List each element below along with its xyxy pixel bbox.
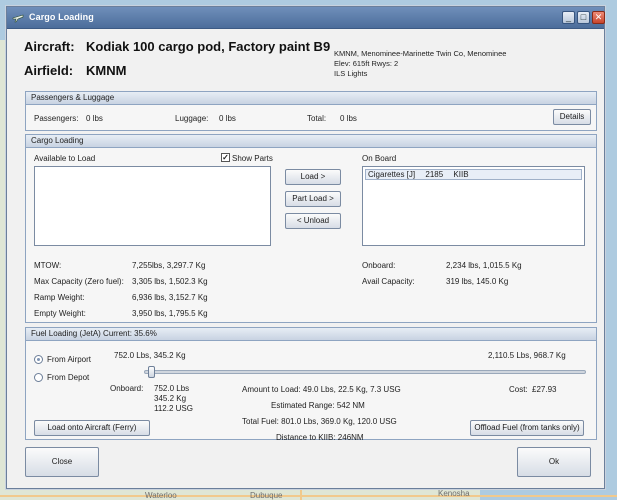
fuel-onboard-kg: 345.2 Kg: [154, 394, 187, 403]
luggage-value: 0 lbs: [219, 114, 236, 123]
cargo-group-title: Cargo Loading: [26, 135, 596, 148]
cargo-name: Cigarettes [J]: [368, 170, 416, 179]
airport-info-line: Elev: 615ft Rwys: 2: [334, 59, 399, 68]
on-board-label: On Board: [362, 154, 397, 163]
minimize-button[interactable]: _: [562, 11, 575, 24]
total-label: Total:: [307, 114, 327, 123]
stat-value: 2,234 lbs, 1,015.5 Kg: [446, 261, 522, 270]
airport-info: KMNM, Menominee-Marinette Twin Co, Menom…: [334, 49, 506, 79]
from-airport-label: From Airport: [47, 355, 92, 364]
fuel-onboard-lbs: 752.0 Lbs: [154, 384, 190, 393]
stat-value: 319 lbs, 145.0 Kg: [446, 277, 509, 286]
available-cargo-list[interactable]: [34, 166, 271, 246]
show-parts-label: Show Parts: [232, 154, 273, 163]
available-to-load-label: Available to Load: [34, 154, 96, 163]
passengers-label: Passengers:: [34, 114, 79, 123]
ok-button[interactable]: Ok: [517, 447, 591, 477]
fuel-group: Fuel Loading (JetA) Current: 35.6% From …: [25, 327, 597, 442]
fuel-onboard-usg: 112.2 USG: [154, 404, 193, 413]
stat-label: Empty Weight:: [34, 309, 86, 318]
stat-label: Max Capacity (Zero fuel):: [34, 277, 124, 286]
fuel-slider-thumb[interactable]: [148, 366, 155, 378]
total-fuel: Total Fuel: 801.0 Lbs, 369.0 Kg, 120.0 U…: [242, 417, 397, 426]
cargo-group: Cargo Loading Available to Load ✓ Show P…: [25, 134, 597, 323]
amount-to-load: Amount to Load: 49.0 Lbs, 22.5 Kg, 7.3 U…: [242, 385, 401, 394]
stat-label: MTOW:: [34, 261, 62, 270]
fuel-slider-track[interactable]: [144, 370, 586, 374]
from-depot-radio[interactable]: [34, 373, 43, 382]
passengers-value: 0 lbs: [86, 114, 103, 123]
airfield-label: Airfield:: [24, 63, 74, 78]
maximize-button[interactable]: □: [577, 11, 590, 24]
distance-to-destination: Distance to KIIB: 246NM: [276, 433, 364, 442]
stat-value: 3,950 lbs, 1,795.5 Kg: [132, 309, 208, 318]
close-window-button[interactable]: ✕: [592, 11, 605, 24]
cost-label: Cost:: [509, 385, 528, 394]
fuel-max-label: 2,110.5 Lbs, 968.7 Kg: [488, 351, 566, 360]
cargo-destination: KIIB: [453, 170, 469, 179]
fuel-group-title: Fuel Loading (JetA) Current: 35.6%: [26, 328, 596, 341]
passengers-group: Passengers & Luggage Passengers: 0 lbs L…: [25, 91, 597, 131]
from-airport-radio[interactable]: [34, 355, 43, 364]
unload-button[interactable]: < Unload: [285, 213, 341, 229]
cargo-loading-dialog: Cargo Loading _ □ ✕ Aircraft: Kodiak 100…: [6, 6, 605, 489]
map-road: [0, 495, 617, 497]
map-road: [300, 489, 302, 500]
airport-info-line: KMNM, Menominee-Marinette Twin Co, Menom…: [334, 49, 507, 58]
part-load-button[interactable]: Part Load >: [285, 191, 341, 207]
show-parts-checkbox[interactable]: ✓: [221, 153, 230, 162]
aircraft-value: Kodiak 100 cargo pod, Factory paint B9: [86, 39, 331, 54]
window-title: Cargo Loading: [29, 12, 94, 22]
airport-info-line: ILS Lights: [334, 69, 368, 78]
total-value: 0 lbs: [340, 114, 357, 123]
stat-label: Avail Capacity:: [362, 277, 415, 286]
estimated-range: Estimated Range: 542 NM: [271, 401, 365, 410]
fuel-min-label: 752.0 Lbs, 345.2 Kg: [114, 351, 186, 360]
aircraft-label: Aircraft:: [24, 39, 75, 54]
map-label-dubuque: Dubuque: [250, 491, 283, 500]
load-button[interactable]: Load >: [285, 169, 341, 185]
title-bar[interactable]: Cargo Loading _ □ ✕: [7, 7, 605, 29]
stat-value: 3,305 lbs, 1,502.3 Kg: [132, 277, 208, 286]
close-button[interactable]: Close: [25, 447, 99, 477]
airfield-value: KMNM: [86, 63, 127, 78]
passengers-group-title: Passengers & Luggage: [26, 92, 596, 105]
onboard-cargo-list[interactable]: Cigarettes [J] 2185 KIIB: [362, 166, 585, 246]
cost-value: £27.93: [532, 385, 557, 394]
offload-fuel-button[interactable]: Offload Fuel (from tanks only): [470, 420, 584, 436]
map-label-waterloo: Waterloo: [145, 491, 177, 500]
stat-value: 7,255lbs, 3,297.7 Kg: [132, 261, 206, 270]
stat-value: 6,936 lbs, 3,152.7 Kg: [132, 293, 208, 302]
stat-label: Ramp Weight:: [34, 293, 85, 302]
map-label-kenosha: Kenosha: [438, 489, 470, 498]
cargo-weight: 2185: [425, 170, 444, 179]
details-button[interactable]: Details: [553, 109, 591, 125]
list-item[interactable]: Cigarettes [J] 2185 KIIB: [365, 169, 582, 180]
luggage-label: Luggage:: [175, 114, 209, 123]
airplane-icon: [12, 14, 24, 23]
fuel-onboard-label: Onboard:: [110, 384, 144, 393]
from-depot-label: From Depot: [47, 373, 90, 382]
stat-label: Onboard:: [362, 261, 396, 270]
load-ferry-button[interactable]: Load onto Aircraft (Ferry): [34, 420, 150, 436]
